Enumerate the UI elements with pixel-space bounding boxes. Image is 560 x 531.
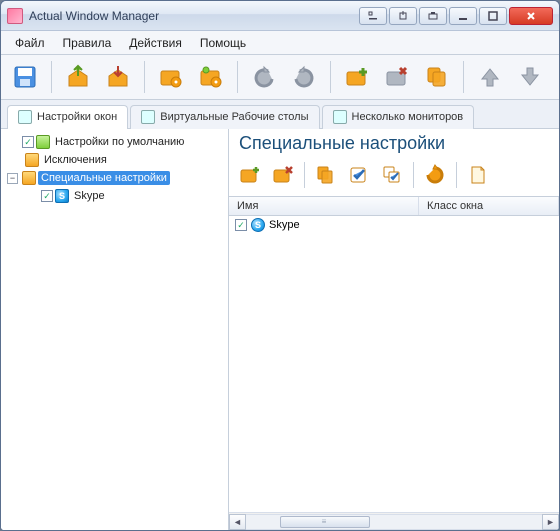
- copy-button[interactable]: [419, 59, 455, 95]
- horizontal-scrollbar: ◄ ≡ ►: [229, 512, 559, 530]
- tree-label: Настройки по умолчанию: [52, 135, 187, 149]
- box-out-icon: [65, 64, 91, 90]
- aux-button-2[interactable]: [389, 7, 417, 25]
- list-body: ✓ Skype: [229, 216, 559, 512]
- list-row[interactable]: ✓ Skype: [229, 216, 559, 234]
- scroll-thumb[interactable]: ≡: [280, 516, 370, 528]
- refresh-button[interactable]: [420, 160, 450, 190]
- tree-node-exclusions[interactable]: Исключения: [3, 151, 226, 169]
- tree-label: Исключения: [41, 153, 110, 167]
- tab-strip: Настройки окон Виртуальные Рабочие столы…: [1, 100, 559, 129]
- pane-toolbar: [229, 154, 559, 197]
- undo-icon: [252, 65, 276, 89]
- maximize-button[interactable]: [479, 7, 507, 25]
- page-icon: [467, 164, 489, 186]
- tree-node-special[interactable]: − Специальные настройки: [3, 169, 226, 187]
- page-button[interactable]: [463, 160, 493, 190]
- tab-window-settings[interactable]: Настройки окон: [7, 105, 128, 129]
- pane-title: Специальные настройки: [229, 129, 559, 154]
- column-name[interactable]: Имя: [229, 197, 419, 215]
- folder-add-button[interactable]: [339, 59, 375, 95]
- folder-delete-icon: [384, 64, 410, 90]
- export-button[interactable]: [60, 59, 96, 95]
- tree-label: Специальные настройки: [38, 171, 170, 185]
- menu-bar: Файл Правила Действия Помощь: [1, 31, 559, 55]
- folder-delete-button[interactable]: [379, 59, 415, 95]
- folder-gear2-button[interactable]: [193, 59, 229, 95]
- checkbox-icon[interactable]: ✓: [235, 219, 247, 231]
- aux-button-3[interactable]: [419, 7, 447, 25]
- aux-button-1[interactable]: [359, 7, 387, 25]
- copy-icon: [424, 64, 450, 90]
- folder-green-icon: [36, 135, 50, 149]
- save-button[interactable]: [7, 59, 43, 95]
- copy-rule-button[interactable]: [311, 160, 341, 190]
- column-class[interactable]: Класс окна: [419, 197, 559, 215]
- tree-label: Skype: [71, 189, 108, 203]
- menu-file[interactable]: Файл: [7, 34, 53, 52]
- redo-button[interactable]: [286, 59, 322, 95]
- window-buttons: [359, 7, 553, 25]
- expander-placeholder: [7, 137, 18, 148]
- close-button[interactable]: [509, 7, 553, 25]
- copy-rule-icon: [315, 164, 337, 186]
- virtual-tab-icon: [141, 110, 155, 124]
- scroll-right-button[interactable]: ►: [542, 514, 559, 530]
- check-rule-button[interactable]: [344, 160, 374, 190]
- menu-actions[interactable]: Действия: [121, 34, 190, 52]
- check-rule-icon: [348, 164, 370, 186]
- list-header: Имя Класс окна: [229, 197, 559, 216]
- main-toolbar: [1, 55, 559, 100]
- expander-icon[interactable]: −: [7, 173, 18, 184]
- scroll-left-button[interactable]: ◄: [229, 514, 246, 530]
- refresh-icon: [424, 164, 446, 186]
- tree-node-skype[interactable]: ✓ Skype: [3, 187, 226, 205]
- menu-help[interactable]: Помощь: [192, 34, 254, 52]
- monitors-tab-icon: [333, 110, 347, 124]
- details-pane: Специальные настройки: [229, 129, 559, 530]
- folder-gear1-button[interactable]: [153, 59, 189, 95]
- checkbox-icon[interactable]: ✓: [22, 136, 34, 148]
- multi-rule-button[interactable]: [377, 160, 407, 190]
- folder-orange-icon: [22, 171, 36, 185]
- tab-label: Настройки окон: [37, 111, 117, 123]
- row-name: Skype: [269, 219, 300, 231]
- menu-rules[interactable]: Правила: [55, 34, 120, 52]
- folder-orange-icon: [25, 153, 39, 167]
- folder-add-icon: [344, 64, 370, 90]
- move-up-button[interactable]: [472, 59, 508, 95]
- new-rule-button[interactable]: [235, 160, 265, 190]
- skype-icon: [55, 189, 69, 203]
- minimize-button[interactable]: [449, 7, 477, 25]
- undo-button[interactable]: [246, 59, 282, 95]
- windows-tab-icon: [18, 110, 32, 124]
- scroll-track[interactable]: ≡: [246, 514, 542, 530]
- app-icon: [7, 8, 23, 24]
- import-button[interactable]: [100, 59, 136, 95]
- window-title: Actual Window Manager: [29, 9, 159, 23]
- tab-multi-monitors[interactable]: Несколько мониторов: [322, 105, 475, 129]
- folder-gear2-icon: [198, 64, 224, 90]
- new-rule-icon: [239, 164, 261, 186]
- tab-label: Виртуальные Рабочие столы: [160, 111, 308, 123]
- delete-rule-icon: [272, 164, 294, 186]
- title-bar: Actual Window Manager: [1, 1, 559, 31]
- tree-pane: ✓ Настройки по умолчанию Исключения − Сп…: [1, 129, 229, 530]
- folder-gear1-icon: [158, 64, 184, 90]
- tab-virtual-desktops[interactable]: Виртуальные Рабочие столы: [130, 105, 319, 129]
- tree-node-defaults[interactable]: ✓ Настройки по умолчанию: [3, 133, 226, 151]
- skype-icon: [251, 218, 265, 232]
- delete-rule-button[interactable]: [268, 160, 298, 190]
- arrow-down-icon: [518, 65, 542, 89]
- box-in-icon: [105, 64, 131, 90]
- content-area: ✓ Настройки по умолчанию Исключения − Сп…: [1, 129, 559, 530]
- multi-rule-icon: [381, 164, 403, 186]
- redo-icon: [292, 65, 316, 89]
- arrow-up-icon: [478, 65, 502, 89]
- save-icon: [12, 64, 38, 90]
- app-window: Actual Window Manager Файл Правила Дейст…: [0, 0, 560, 531]
- checkbox-icon[interactable]: ✓: [41, 190, 53, 202]
- tab-label: Несколько мониторов: [352, 111, 464, 123]
- move-down-button[interactable]: [512, 59, 548, 95]
